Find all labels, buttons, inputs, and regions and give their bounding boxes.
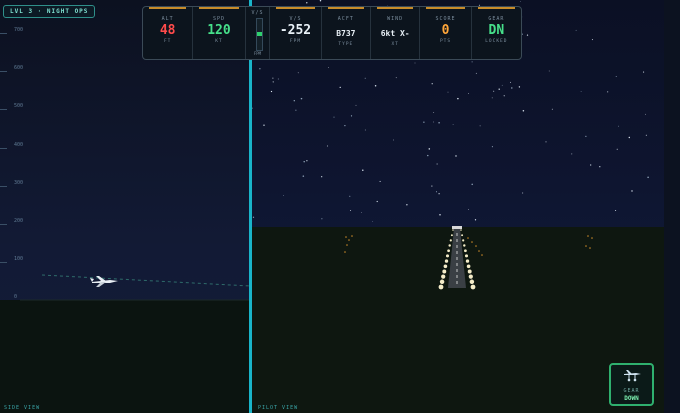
aircraft-icon: [90, 276, 118, 287]
view-divider: [249, 0, 252, 413]
runway-light: [464, 249, 467, 253]
hud-score-unit: PTS: [439, 39, 452, 44]
runway-light: [450, 234, 453, 237]
side-view-panel: 700 600 500 400 300 200 100 0 SIDE VIEW: [0, 0, 250, 413]
hud-wind-unit: XT: [391, 42, 399, 47]
taxi-lights-right: [585, 235, 593, 249]
hud-speed-value: 120: [207, 23, 231, 38]
vs-meter-label: V/S: [251, 10, 264, 16]
runway-light: [465, 259, 470, 263]
vs-meter-track: [255, 18, 263, 51]
runway-light: [443, 264, 448, 269]
runway-light: [447, 249, 450, 253]
runway-light: [445, 254, 450, 258]
taxi-lights-left: [344, 235, 353, 253]
hud-gear: GEAR DN LOCKED: [472, 7, 521, 59]
runway-light: [442, 269, 447, 274]
hud-vs-value: -252: [279, 23, 312, 38]
taxi-lights-mid: [467, 237, 483, 256]
level-badge: LVL 3 · NIGHT OPS: [3, 5, 96, 18]
runway-light: [460, 229, 462, 231]
runway-light: [452, 229, 454, 231]
runway-light: [444, 259, 449, 263]
hud-speed-unit: KT: [215, 39, 223, 44]
hud-speed: SPD 120 KT: [193, 7, 246, 59]
hud-score: SCORE 0 PTS: [420, 7, 472, 59]
runway-light: [448, 244, 451, 247]
side-view-label: SIDE VIEW: [4, 405, 41, 411]
runway-light: [461, 234, 464, 237]
hud-gear-value: DN: [488, 23, 505, 38]
hud-aircraft: ACFT B737 TYPE: [322, 7, 371, 59]
pilot-view-label: PILOT VIEW: [258, 405, 299, 411]
runway-light: [439, 279, 445, 285]
hud-score-label: SCORE: [435, 16, 456, 22]
runway-light: [466, 264, 471, 269]
hud-gear-label: GEAR: [488, 16, 505, 22]
gear-button-state: DOWN: [624, 395, 639, 402]
hud-wind: WIND 6kt X- XT: [371, 7, 421, 59]
side-view-scene: [20, 274, 250, 301]
hud-altitude: ALT 48 FT: [143, 7, 194, 59]
hud-score-value: 0: [441, 23, 450, 38]
vs-meter-fill: [256, 32, 262, 36]
hud-altitude-label: ALT: [161, 16, 174, 22]
runway-threshold: [452, 226, 462, 229]
hud-vertical-speed: V/S -252 FPM: [270, 7, 322, 59]
hud-speed-label: SPD: [212, 16, 225, 22]
runway-light: [468, 274, 473, 279]
glide-slope-line: [41, 274, 250, 287]
hud-panel: ALT 48 FT SPD 120 KT V/S FPM V/S -252 FP…: [142, 6, 522, 60]
hud-aircraft-value: B737: [336, 29, 356, 38]
gear-button-label: GEAR: [623, 388, 640, 394]
hud-altitude-unit: FT: [163, 39, 172, 44]
runway-light: [441, 274, 446, 279]
vs-meter-foot: FPM: [253, 51, 262, 56]
pilot-view-panel: PILOT VIEW: [252, 0, 664, 413]
runway-light: [463, 244, 466, 247]
hud-aircraft-unit: TYPE: [338, 42, 354, 47]
runway-light: [469, 279, 475, 285]
runway-light: [449, 239, 452, 242]
runway-light: [467, 269, 472, 274]
gear-toggle-button[interactable]: GEAR DOWN: [609, 363, 654, 406]
vs-meter: V/S FPM: [246, 7, 271, 59]
hud-vs-unit: FPM: [289, 39, 302, 44]
hud-vs-label: V/S: [289, 16, 302, 22]
runway-light: [438, 284, 444, 290]
hud-wind-value: 6kt X-: [380, 29, 410, 38]
hud-altitude-value: 48: [159, 23, 176, 38]
runway-light: [462, 239, 465, 242]
landing-gear-icon: [623, 370, 641, 382]
hud-aircraft-label: ACFT: [337, 16, 354, 22]
runway-scene: [344, 226, 593, 290]
runway-light: [464, 254, 469, 258]
hud-gear-unit: LOCKED: [485, 39, 508, 44]
hud-wind-label: WIND: [387, 16, 404, 22]
right-edge-strip: [664, 0, 680, 413]
runway-light: [470, 284, 476, 290]
